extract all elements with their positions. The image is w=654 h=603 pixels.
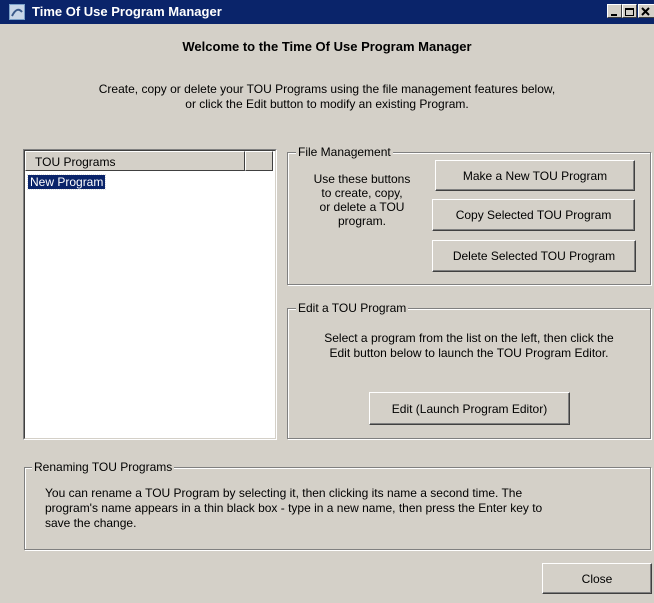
minimize-button[interactable]	[607, 4, 622, 18]
intro-text: Create, copy or delete your TOU Programs…	[0, 82, 654, 112]
program-list[interactable]: TOU Programs New Program	[23, 149, 277, 440]
program-list-frame: TOU Programs New Program	[24, 150, 276, 439]
file-management-help: Use these buttons to create, copy, or de…	[296, 172, 428, 228]
close-window-button[interactable]	[638, 4, 654, 18]
renaming-help: You can rename a TOU Program by selectin…	[45, 486, 645, 531]
file-help-line-4: program.	[337, 214, 387, 228]
column-header-label: TOU Programs	[35, 155, 116, 169]
copy-selected-program-button[interactable]: Copy Selected TOU Program	[432, 199, 635, 231]
tou-program-manager-window: Time Of Use Program Manager Welcome to t…	[0, 0, 654, 603]
file-help-line-1: Use these buttons	[313, 172, 411, 186]
maximize-icon	[625, 8, 634, 16]
edit-program-legend: Edit a TOU Program	[296, 301, 409, 315]
maximize-button[interactable]	[622, 4, 637, 18]
column-header-empty[interactable]	[245, 151, 273, 171]
close-icon	[641, 7, 650, 16]
intro-line-1: Create, copy or delete your TOU Programs…	[98, 82, 556, 96]
app-icon	[9, 4, 25, 20]
file-management-legend: File Management	[296, 145, 393, 159]
renaming-line-2: program's name appears in a thin black b…	[45, 501, 543, 515]
renaming-legend: Renaming TOU Programs	[32, 460, 175, 474]
window-title: Time Of Use Program Manager	[32, 4, 222, 19]
renaming-line-1: You can rename a TOU Program by selectin…	[45, 486, 523, 500]
edit-help-line-1: Select a program from the list on the le…	[324, 331, 614, 345]
intro-line-2: or click the Edit button to modify an ex…	[185, 97, 469, 111]
list-item[interactable]: New Program	[26, 174, 107, 190]
close-button[interactable]: Close	[542, 563, 652, 594]
welcome-heading: Welcome to the Time Of Use Program Manag…	[182, 39, 472, 54]
title-bar[interactable]: Time Of Use Program Manager	[0, 0, 654, 24]
renaming-line-3: save the change.	[45, 516, 137, 530]
minimize-icon	[611, 14, 617, 16]
edit-help-line-2: Edit button below to launch the TOU Prog…	[329, 346, 609, 360]
file-help-line-3: or delete a TOU	[319, 200, 405, 214]
delete-selected-program-button[interactable]: Delete Selected TOU Program	[432, 240, 636, 272]
file-help-line-2: to create, copy,	[321, 186, 403, 200]
column-header-tou-programs[interactable]: TOU Programs	[25, 151, 245, 171]
edit-program-help: Select a program from the list on the le…	[292, 331, 646, 361]
make-new-program-button[interactable]: Make a New TOU Program	[435, 160, 635, 191]
edit-program-button[interactable]: Edit (Launch Program Editor)	[369, 392, 570, 425]
